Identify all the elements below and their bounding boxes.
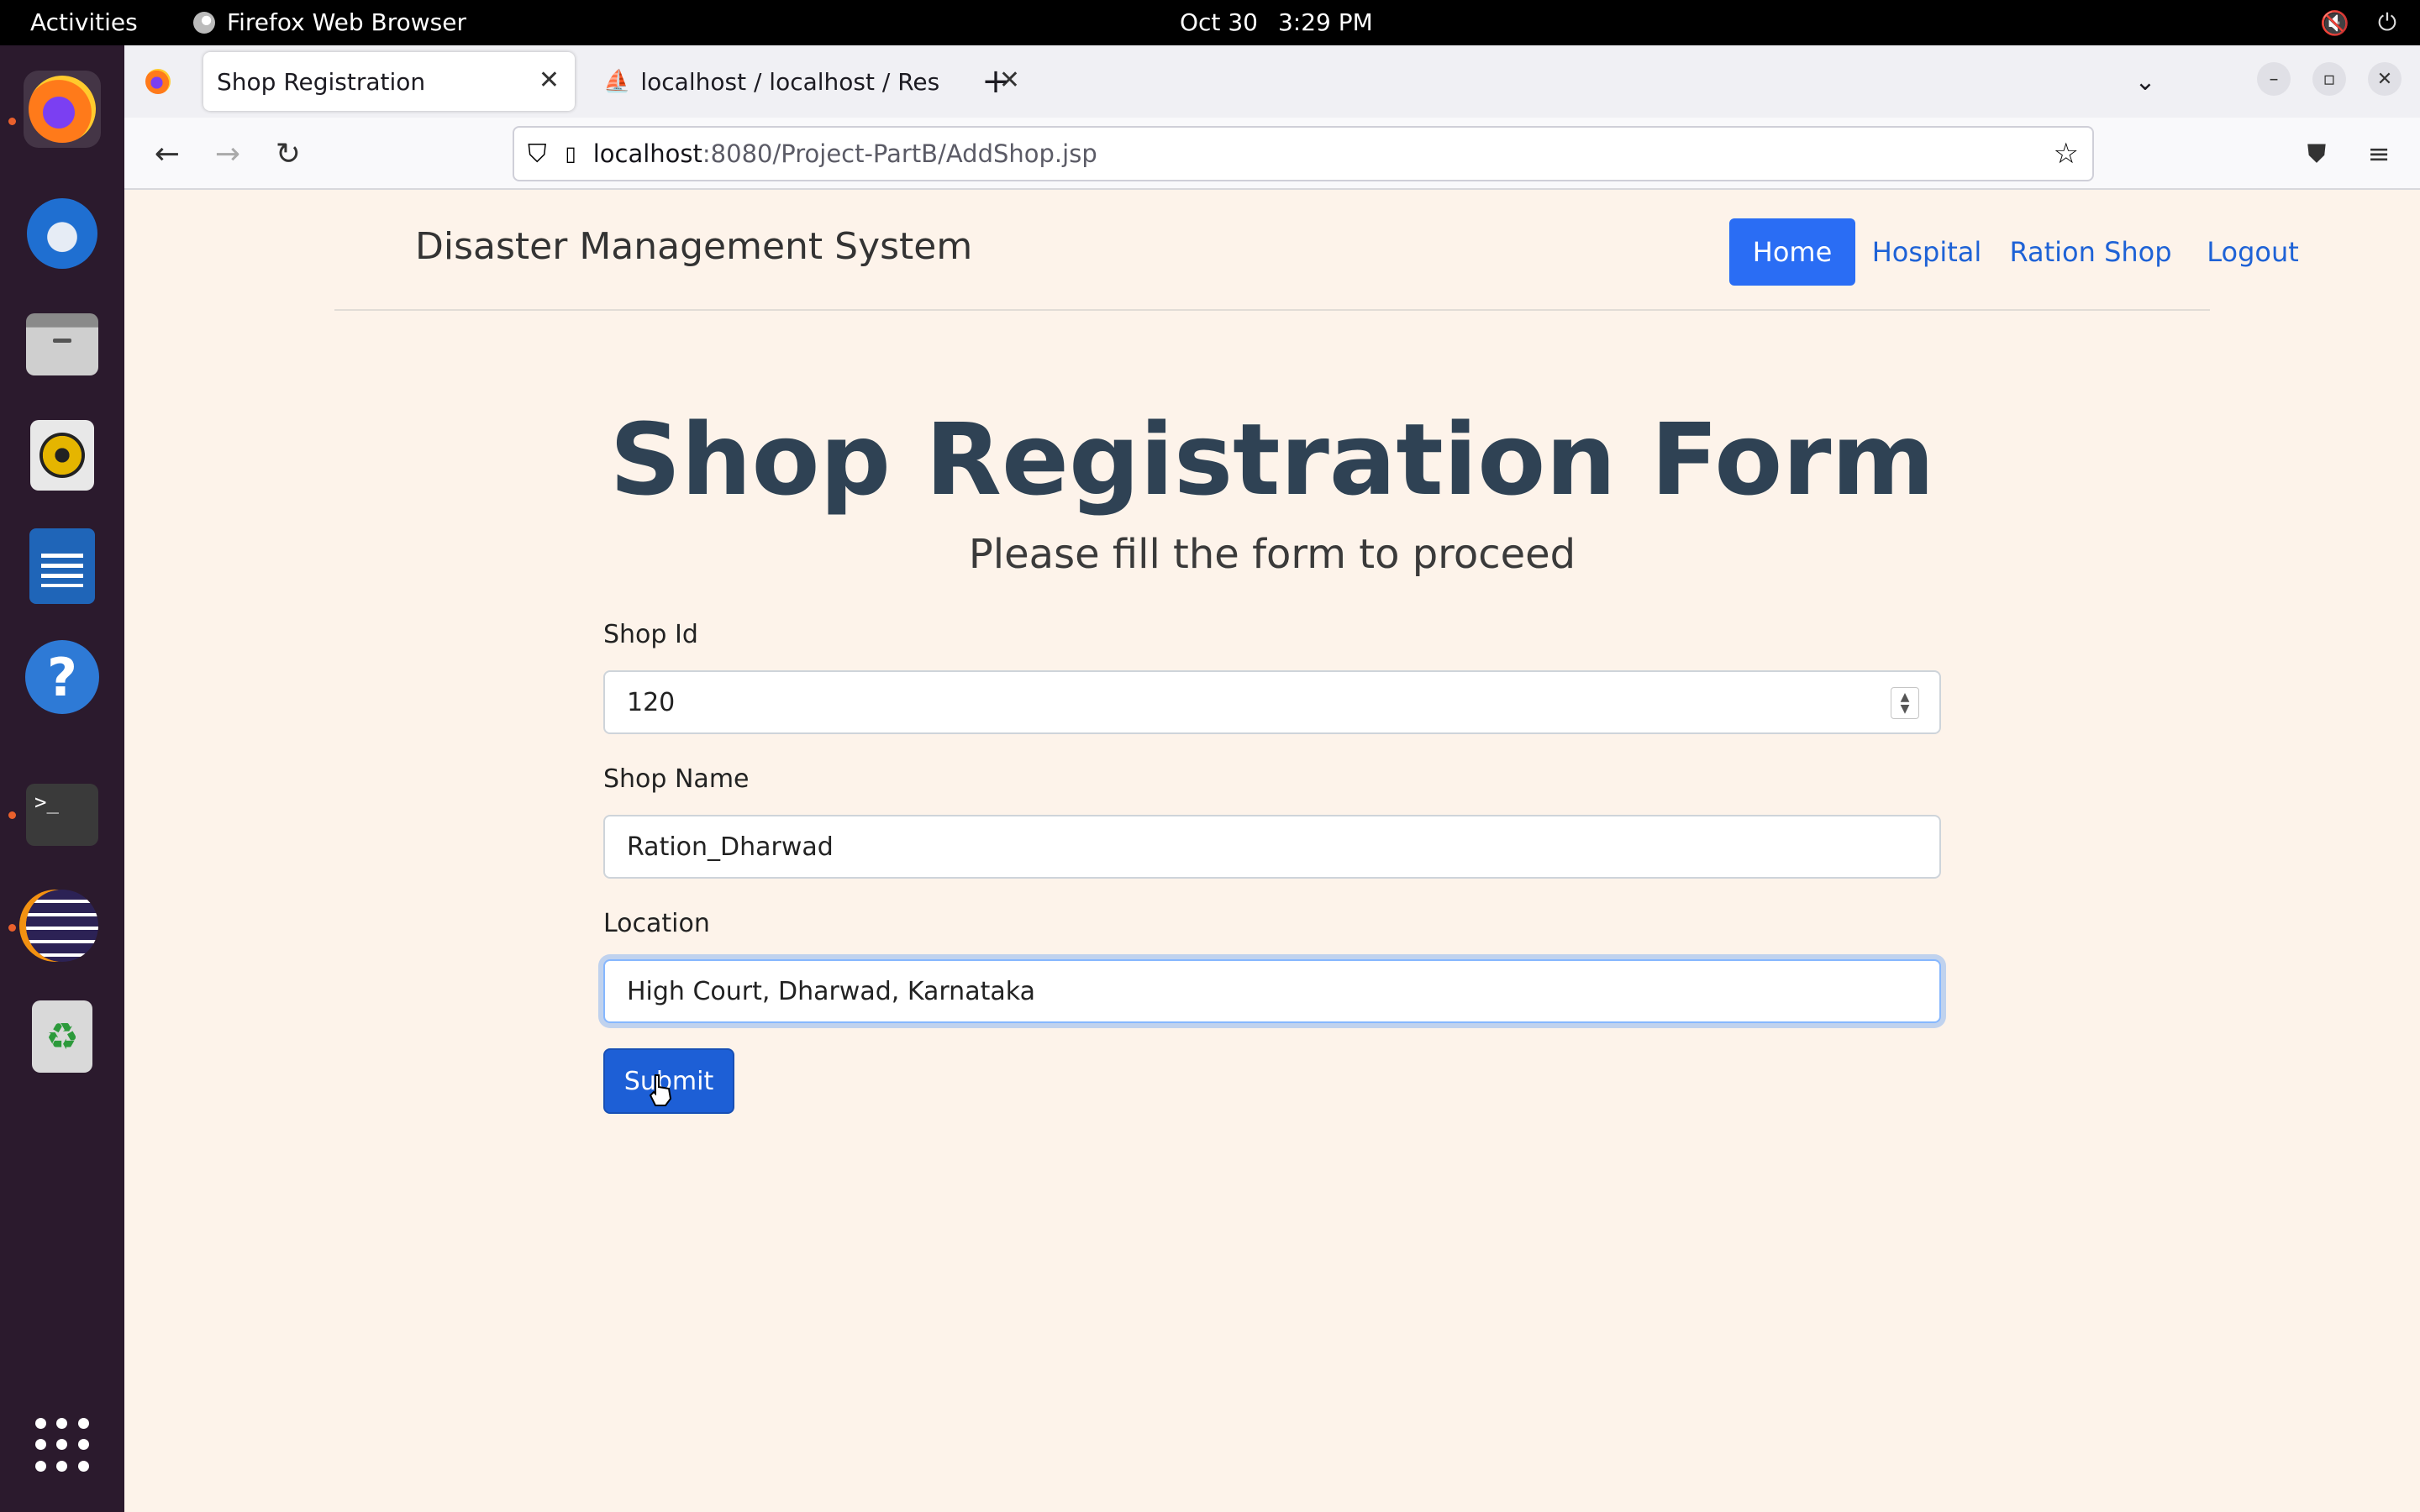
shop-id-label: Shop Id xyxy=(603,620,698,649)
shop-id-input[interactable]: 120 ▲ ▼ xyxy=(603,670,1941,734)
volume-muted-icon: 🔇 xyxy=(2319,8,2349,37)
firefox-window: Shop Registration ✕ ⛵ localhost / localh… xyxy=(124,45,2420,1512)
url-host: localhost xyxy=(592,139,702,168)
tab-title: Shop Registration xyxy=(217,67,426,96)
close-tab-icon[interactable]: ✕ xyxy=(539,66,560,95)
trash-icon: ♻ xyxy=(32,1000,92,1073)
hand-cursor-icon xyxy=(649,1074,672,1106)
files-icon xyxy=(26,313,98,375)
power-icon: ⏻ xyxy=(2377,8,2396,36)
app-grid-icon xyxy=(35,1418,89,1472)
dock-firefox[interactable] xyxy=(24,71,101,148)
nav-home-button[interactable]: Home xyxy=(1729,218,1855,286)
shield-icon[interactable]: ⛉ xyxy=(528,139,547,169)
dock-eclipse[interactable] xyxy=(24,887,101,964)
terminal-icon: >_ xyxy=(26,784,98,846)
shop-name-input[interactable]: Ration_Dharwad xyxy=(603,815,1941,879)
location-input[interactable]: High Court, Dharwad, Karnataka xyxy=(603,959,1941,1023)
firefox-view-button[interactable] xyxy=(141,52,175,111)
shop-name-value: Ration_Dharwad xyxy=(627,832,834,862)
tab-shop-registration[interactable]: Shop Registration ✕ xyxy=(203,52,575,111)
bookmark-star-icon[interactable]: ☆ xyxy=(2054,137,2079,171)
dock-terminal[interactable]: >_ xyxy=(24,776,101,853)
number-stepper-icon[interactable]: ▲ ▼ xyxy=(1891,687,1919,719)
firefox-view-icon xyxy=(145,69,171,94)
page-info-icon[interactable]: ▯ xyxy=(566,142,576,165)
url-bar[interactable]: ⛉ ▯ localhost:8080/Project-PartB/AddShop… xyxy=(513,126,2094,181)
form-subtitle: Please fill the form to proceed xyxy=(968,531,1576,578)
shop-id-value: 120 xyxy=(627,687,676,717)
firefox-icon xyxy=(29,76,96,143)
activities-button[interactable]: Activities xyxy=(30,8,138,36)
form-title: Shop Registration Form xyxy=(609,402,1935,517)
dock-help[interactable]: ? xyxy=(24,638,101,716)
rhythmbox-icon xyxy=(30,420,94,491)
running-indicator xyxy=(8,924,16,932)
shop-name-label: Shop Name xyxy=(603,764,750,794)
list-tabs-chevron-icon[interactable]: ⌄ xyxy=(2124,52,2166,111)
dock: ? >_ ♻ xyxy=(0,45,124,1512)
clock[interactable]: Oct 30 3:29 PM xyxy=(1180,8,1373,36)
writer-icon xyxy=(29,528,95,604)
nav-logout-link[interactable]: Logout xyxy=(2205,218,2301,286)
back-arrow-icon[interactable]: ← xyxy=(148,134,187,173)
site-header: Disaster Management System Home Hospital… xyxy=(334,190,2299,311)
pocket-icon[interactable]: ⛊ xyxy=(2297,134,2336,173)
new-tab-button[interactable]: + xyxy=(975,52,1017,111)
minimize-button[interactable]: – xyxy=(2257,62,2291,96)
site-brand[interactable]: Disaster Management System xyxy=(415,225,972,268)
system-tray[interactable]: 🔇 ⏻ xyxy=(2320,8,2396,37)
running-indicator xyxy=(8,118,16,125)
phpmyadmin-icon: ⛵ xyxy=(603,69,631,94)
forward-arrow-icon[interactable]: → xyxy=(208,134,247,173)
clock-date: Oct 30 xyxy=(1180,8,1258,36)
dock-thunderbird[interactable] xyxy=(24,195,101,272)
page-content: Disaster Management System Home Hospital… xyxy=(124,190,2420,1512)
nav-toolbar: ← → ↻ ⛉ ▯ localhost:8080/Project-PartB/A… xyxy=(124,118,2420,190)
tab-title: localhost / localhost / Res xyxy=(640,67,940,96)
dock-writer[interactable] xyxy=(24,528,101,605)
system-top-bar: Activities Firefox Web Browser Oct 30 3:… xyxy=(0,0,2420,45)
location-value: High Court, Dharwad, Karnataka xyxy=(627,976,1035,1006)
maximize-button[interactable]: ▫ xyxy=(2312,62,2346,96)
firefox-mini-icon xyxy=(193,11,215,34)
app-menu-label: Firefox Web Browser xyxy=(227,8,466,36)
dock-rhythmbox[interactable] xyxy=(24,417,101,494)
help-icon: ? xyxy=(25,640,99,714)
nav-hospital-link[interactable]: Hospital xyxy=(1872,218,1982,286)
eclipse-icon xyxy=(26,890,98,962)
location-label: Location xyxy=(603,909,710,938)
clock-time: 3:29 PM xyxy=(1277,8,1373,36)
hamburger-menu-icon[interactable]: ≡ xyxy=(2360,134,2398,173)
url-path: :8080/Project-PartB/AddShop.jsp xyxy=(702,139,1097,168)
show-apps-button[interactable] xyxy=(24,1406,101,1483)
tab-bar: Shop Registration ✕ ⛵ localhost / localh… xyxy=(124,45,2420,118)
close-window-button[interactable]: ✕ xyxy=(2368,62,2402,96)
thunderbird-icon xyxy=(27,198,97,269)
nav-ration-shop-link[interactable]: Ration Shop xyxy=(2007,218,2175,286)
dock-files[interactable] xyxy=(24,306,101,383)
app-menu[interactable]: Firefox Web Browser xyxy=(193,8,466,36)
dock-trash[interactable]: ♻ xyxy=(24,998,101,1075)
reload-icon[interactable]: ↻ xyxy=(269,134,308,173)
running-indicator xyxy=(8,811,16,819)
